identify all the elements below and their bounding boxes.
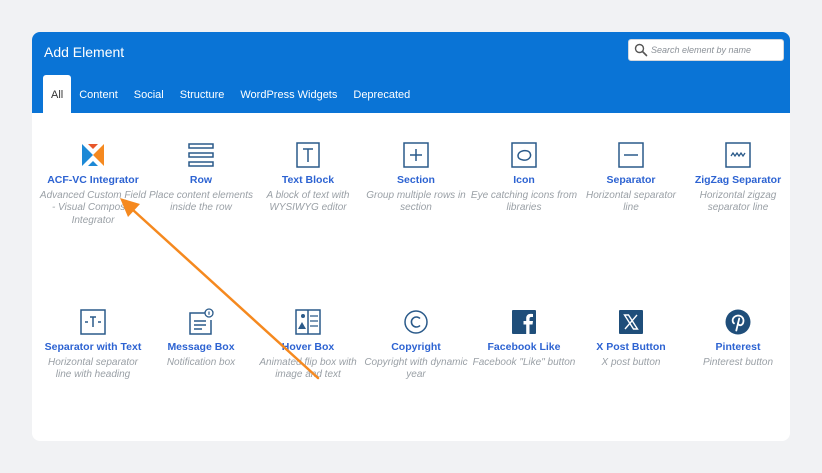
element-description: Pinterest button [702, 356, 774, 368]
element-name: Section [397, 174, 435, 186]
element-description: Notification box [166, 356, 236, 368]
element-description: Group multiple rows in section [366, 189, 466, 214]
element-icon[interactable]: Icon Eye catching icons from libraries [470, 141, 578, 215]
dialog-title: Add Element [44, 44, 125, 60]
dialog-header: Add Element All Content Social Structure… [32, 32, 790, 113]
element-section[interactable]: Section Group multiple rows in section [362, 141, 470, 215]
element-x-post-button[interactable]: X Post Button X post button [577, 308, 685, 369]
copyright-icon [404, 310, 428, 334]
section-icon [403, 142, 429, 168]
tab-wordpress-widgets[interactable]: WordPress Widgets [232, 75, 345, 113]
separator-icon [618, 142, 644, 168]
separator-with-text-icon [80, 309, 106, 335]
element-name: Row [189, 174, 213, 186]
x-icon [619, 310, 643, 334]
row-icon [188, 143, 214, 167]
tab-content[interactable]: Content [71, 75, 126, 113]
element-description: A block of text with WYSIWYG editor [266, 189, 350, 214]
element-description: X post button [601, 356, 661, 368]
element-description: Horizontal separator line with heading [47, 356, 139, 381]
element-name: ACF-VC Integrator [47, 174, 139, 186]
element-description: Animated flip box with image and text [259, 356, 357, 381]
element-acf-vc-integrator[interactable]: ACF-VC Integrator Advanced Custom Field … [39, 141, 147, 227]
message-box-icon [189, 308, 214, 335]
element-name: Separator [606, 174, 656, 186]
element-description: Place content elements inside the row [149, 189, 253, 214]
element-name: Message Box [167, 341, 235, 353]
element-grid: ACF-VC Integrator Advanced Custom Field … [32, 113, 790, 441]
acf-vc-logo-icon [82, 144, 104, 166]
element-name: Separator with Text [44, 341, 142, 353]
text-block-icon [296, 142, 320, 168]
search-box[interactable] [628, 39, 784, 61]
element-description: Facebook "Like" button [472, 356, 576, 368]
search-icon [634, 43, 648, 57]
element-hover-box[interactable]: Hover Box Animated flip box with image a… [254, 308, 362, 382]
tab-social[interactable]: Social [126, 75, 172, 113]
tab-structure[interactable]: Structure [172, 75, 233, 113]
icon-element-icon [511, 142, 537, 168]
zigzag-separator-icon [725, 142, 751, 168]
element-pinterest[interactable]: Pinterest Pinterest button [684, 308, 790, 369]
element-name: Facebook Like [487, 341, 561, 353]
element-text-block[interactable]: Text Block A block of text with WYSIWYG … [254, 141, 362, 215]
tab-all[interactable]: All [43, 75, 72, 113]
add-element-dialog: Add Element All Content Social Structure… [32, 32, 790, 441]
element-name: Text Block [281, 174, 335, 186]
element-message-box[interactable]: Message Box Notification box [147, 308, 255, 369]
element-facebook-like[interactable]: Facebook Like Facebook "Like" button [470, 308, 578, 369]
pinterest-icon [725, 309, 751, 335]
search-input[interactable] [651, 42, 779, 58]
element-name: Icon [513, 174, 535, 186]
tab-deprecated[interactable]: Deprecated [345, 75, 418, 113]
element-name: Hover Box [281, 341, 335, 353]
element-name: ZigZag Separator [694, 174, 782, 186]
element-description: Horizontal separator line [585, 189, 677, 214]
hover-box-icon [295, 309, 321, 335]
element-name: Pinterest [715, 341, 761, 353]
element-description: Advanced Custom Field - Visual Composer … [39, 189, 147, 226]
element-separator-with-text[interactable]: Separator with Text Horizontal separator… [39, 308, 147, 382]
element-description: Horizontal zigzag separator line [699, 189, 777, 214]
facebook-icon [512, 310, 536, 334]
element-copyright[interactable]: Copyright Copyright with dynamic year [362, 308, 470, 382]
element-separator[interactable]: Separator Horizontal separator line [577, 141, 685, 215]
element-row[interactable]: Row Place content elements inside the ro… [147, 141, 255, 215]
element-description: Copyright with dynamic year [364, 356, 468, 381]
element-description: Eye catching icons from libraries [470, 189, 578, 214]
element-name: Copyright [391, 341, 441, 353]
element-name: X Post Button [596, 341, 666, 353]
element-zigzag-separator[interactable]: ZigZag Separator Horizontal zigzag separ… [684, 141, 790, 215]
category-tabs: All Content Social Structure WordPress W… [43, 75, 418, 113]
